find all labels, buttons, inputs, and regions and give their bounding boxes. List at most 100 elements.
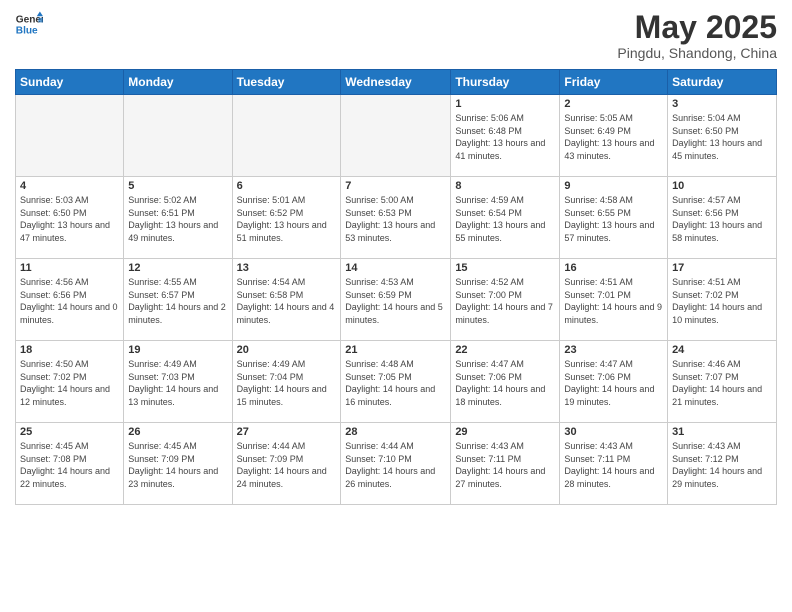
calendar-cell: 15 Sunrise: 4:52 AM Sunset: 7:00 PM Dayli… [451,259,560,341]
calendar-cell: 7Sunrise: 5:00 AM Sunset: 6:53 PM Daylig… [341,177,451,259]
day-info: Sunrise: 5:01 AM Sunset: 6:52 PM Dayligh… [237,194,337,244]
day-info: Sunrise: 4:50 AM Sunset: 7:02 PM Dayligh… [20,358,119,408]
calendar-cell: 29Sunrise: 4:43 AM Sunset: 7:11 PM Dayli… [451,423,560,505]
calendar-cell: 20Sunrise: 4:49 AM Sunset: 7:04 PM Dayli… [232,341,341,423]
header-row: Sunday Monday Tuesday Wednesday Thursday… [16,70,777,95]
week-row-2: 4Sunrise: 5:03 AM Sunset: 6:50 PM Daylig… [16,177,777,259]
svg-text:Blue: Blue [16,25,38,36]
day-info: Sunrise: 4:43 AM Sunset: 7:12 PM Dayligh… [672,440,772,490]
day-info: Sunrise: 4:49 AM Sunset: 7:04 PM Dayligh… [237,358,337,408]
calendar-cell: 24Sunrise: 4:46 AM Sunset: 7:07 PM Dayli… [668,341,777,423]
calendar-cell [232,95,341,177]
day-number: 8 [455,180,555,192]
col-sunday: Sunday [16,70,124,95]
day-info: Sunrise: 4:55 AM Sunset: 6:57 PM Dayligh… [128,276,227,326]
day-info: Sunrise: 4:56 AM Sunset: 6:56 PM Dayligh… [20,276,119,326]
calendar-cell: 4Sunrise: 5:03 AM Sunset: 6:50 PM Daylig… [16,177,124,259]
calendar-cell: 10 Sunrise: 4:57 AM Sunset: 6:56 PM Dayli… [668,177,777,259]
calendar-cell: 2Sunrise: 5:05 AM Sunset: 6:49 PM Daylig… [560,95,668,177]
calendar-cell: 9 Sunrise: 4:58 AM Sunset: 6:55 PM Daylig… [560,177,668,259]
day-info: Sunrise: 4:59 AM Sunset: 6:54 PM Dayligh… [455,194,555,244]
day-number: 30 [564,426,663,438]
calendar-cell: 18 Sunrise: 4:50 AM Sunset: 7:02 PM Dayli… [16,341,124,423]
col-thursday: Thursday [451,70,560,95]
day-info: Sunrise: 4:45 AM Sunset: 7:08 PM Dayligh… [20,440,119,490]
calendar-table: Sunday Monday Tuesday Wednesday Thursday… [15,69,777,505]
day-number: 1 [455,98,555,110]
day-info: Sunrise: 4:54 AM Sunset: 6:58 PM Dayligh… [237,276,337,326]
day-info: Sunrise: 4:48 AM Sunset: 7:05 PM Dayligh… [345,358,446,408]
week-row-3: 11 Sunrise: 4:56 AM Sunset: 6:56 PM Dayli… [16,259,777,341]
day-number: 11 [20,262,119,274]
title-section: May 2025 Pingdu, Shandong, China [617,10,777,61]
calendar-cell: 8 Sunrise: 4:59 AM Sunset: 6:54 PM Daylig… [451,177,560,259]
calendar-cell: 11 Sunrise: 4:56 AM Sunset: 6:56 PM Dayli… [16,259,124,341]
week-row-4: 18 Sunrise: 4:50 AM Sunset: 7:02 PM Dayli… [16,341,777,423]
day-info: Sunrise: 4:45 AM Sunset: 7:09 PM Dayligh… [128,440,227,490]
calendar-cell: 16Sunrise: 4:51 AM Sunset: 7:01 PM Dayli… [560,259,668,341]
day-info: Sunrise: 4:51 AM Sunset: 7:02 PM Dayligh… [672,276,772,326]
calendar-cell: 22 Sunrise: 4:47 AM Sunset: 7:06 PM Dayli… [451,341,560,423]
calendar-cell: 30 Sunrise: 4:43 AM Sunset: 7:11 PM Dayli… [560,423,668,505]
page-container: General Blue May 2025 Pingdu, Shandong, … [0,0,792,515]
day-number: 21 [345,344,446,356]
week-row-1: 1 Sunrise: 5:06 AM Sunset: 6:48 PM Daylig… [16,95,777,177]
day-info: Sunrise: 5:04 AM Sunset: 6:50 PM Dayligh… [672,112,772,162]
week-row-5: 25 Sunrise: 4:45 AM Sunset: 7:08 PM Dayli… [16,423,777,505]
calendar-cell: 17Sunrise: 4:51 AM Sunset: 7:02 PM Dayli… [668,259,777,341]
day-number: 16 [564,262,663,274]
col-wednesday: Wednesday [341,70,451,95]
day-number: 31 [672,426,772,438]
day-number: 15 [455,262,555,274]
day-number: 7 [345,180,446,192]
day-info: Sunrise: 4:43 AM Sunset: 7:11 PM Dayligh… [455,440,555,490]
day-number: 6 [237,180,337,192]
col-friday: Friday [560,70,668,95]
day-number: 18 [20,344,119,356]
day-info: Sunrise: 5:05 AM Sunset: 6:49 PM Dayligh… [564,112,663,162]
day-info: Sunrise: 4:43 AM Sunset: 7:11 PM Dayligh… [564,440,663,490]
day-info: Sunrise: 4:47 AM Sunset: 7:06 PM Dayligh… [564,358,663,408]
calendar-cell [124,95,232,177]
col-monday: Monday [124,70,232,95]
day-number: 10 [672,180,772,192]
calendar-cell: 23 Sunrise: 4:47 AM Sunset: 7:06 PM Dayli… [560,341,668,423]
calendar-cell [341,95,451,177]
day-number: 14 [345,262,446,274]
day-number: 28 [345,426,446,438]
day-info: Sunrise: 5:06 AM Sunset: 6:48 PM Dayligh… [455,112,555,162]
day-number: 22 [455,344,555,356]
calendar-cell: 5Sunrise: 5:02 AM Sunset: 6:51 PM Daylig… [124,177,232,259]
location-subtitle: Pingdu, Shandong, China [617,45,777,61]
day-number: 13 [237,262,337,274]
col-saturday: Saturday [668,70,777,95]
header: General Blue May 2025 Pingdu, Shandong, … [15,10,777,61]
calendar-cell: 3Sunrise: 5:04 AM Sunset: 6:50 PM Daylig… [668,95,777,177]
day-number: 25 [20,426,119,438]
day-info: Sunrise: 4:44 AM Sunset: 7:10 PM Dayligh… [345,440,446,490]
calendar-cell: 21 Sunrise: 4:48 AM Sunset: 7:05 PM Dayli… [341,341,451,423]
calendar-cell: 19Sunrise: 4:49 AM Sunset: 7:03 PM Dayli… [124,341,232,423]
day-number: 9 [564,180,663,192]
calendar-cell [16,95,124,177]
logo: General Blue [15,10,43,38]
calendar-cell: 27Sunrise: 4:44 AM Sunset: 7:09 PM Dayli… [232,423,341,505]
calendar-cell: 13 Sunrise: 4:54 AM Sunset: 6:58 PM Dayli… [232,259,341,341]
day-info: Sunrise: 4:53 AM Sunset: 6:59 PM Dayligh… [345,276,446,326]
calendar-cell: 14 Sunrise: 4:53 AM Sunset: 6:59 PM Dayli… [341,259,451,341]
calendar-cell: 31 Sunrise: 4:43 AM Sunset: 7:12 PM Dayli… [668,423,777,505]
day-number: 19 [128,344,227,356]
calendar-cell: 6 Sunrise: 5:01 AM Sunset: 6:52 PM Daylig… [232,177,341,259]
day-number: 26 [128,426,227,438]
calendar-cell: 12Sunrise: 4:55 AM Sunset: 6:57 PM Dayli… [124,259,232,341]
day-info: Sunrise: 4:52 AM Sunset: 7:00 PM Dayligh… [455,276,555,326]
day-info: Sunrise: 4:44 AM Sunset: 7:09 PM Dayligh… [237,440,337,490]
day-info: Sunrise: 4:57 AM Sunset: 6:56 PM Dayligh… [672,194,772,244]
day-number: 23 [564,344,663,356]
day-info: Sunrise: 4:58 AM Sunset: 6:55 PM Dayligh… [564,194,663,244]
col-tuesday: Tuesday [232,70,341,95]
day-number: 24 [672,344,772,356]
calendar-cell: 25 Sunrise: 4:45 AM Sunset: 7:08 PM Dayli… [16,423,124,505]
day-number: 4 [20,180,119,192]
day-info: Sunrise: 4:47 AM Sunset: 7:06 PM Dayligh… [455,358,555,408]
